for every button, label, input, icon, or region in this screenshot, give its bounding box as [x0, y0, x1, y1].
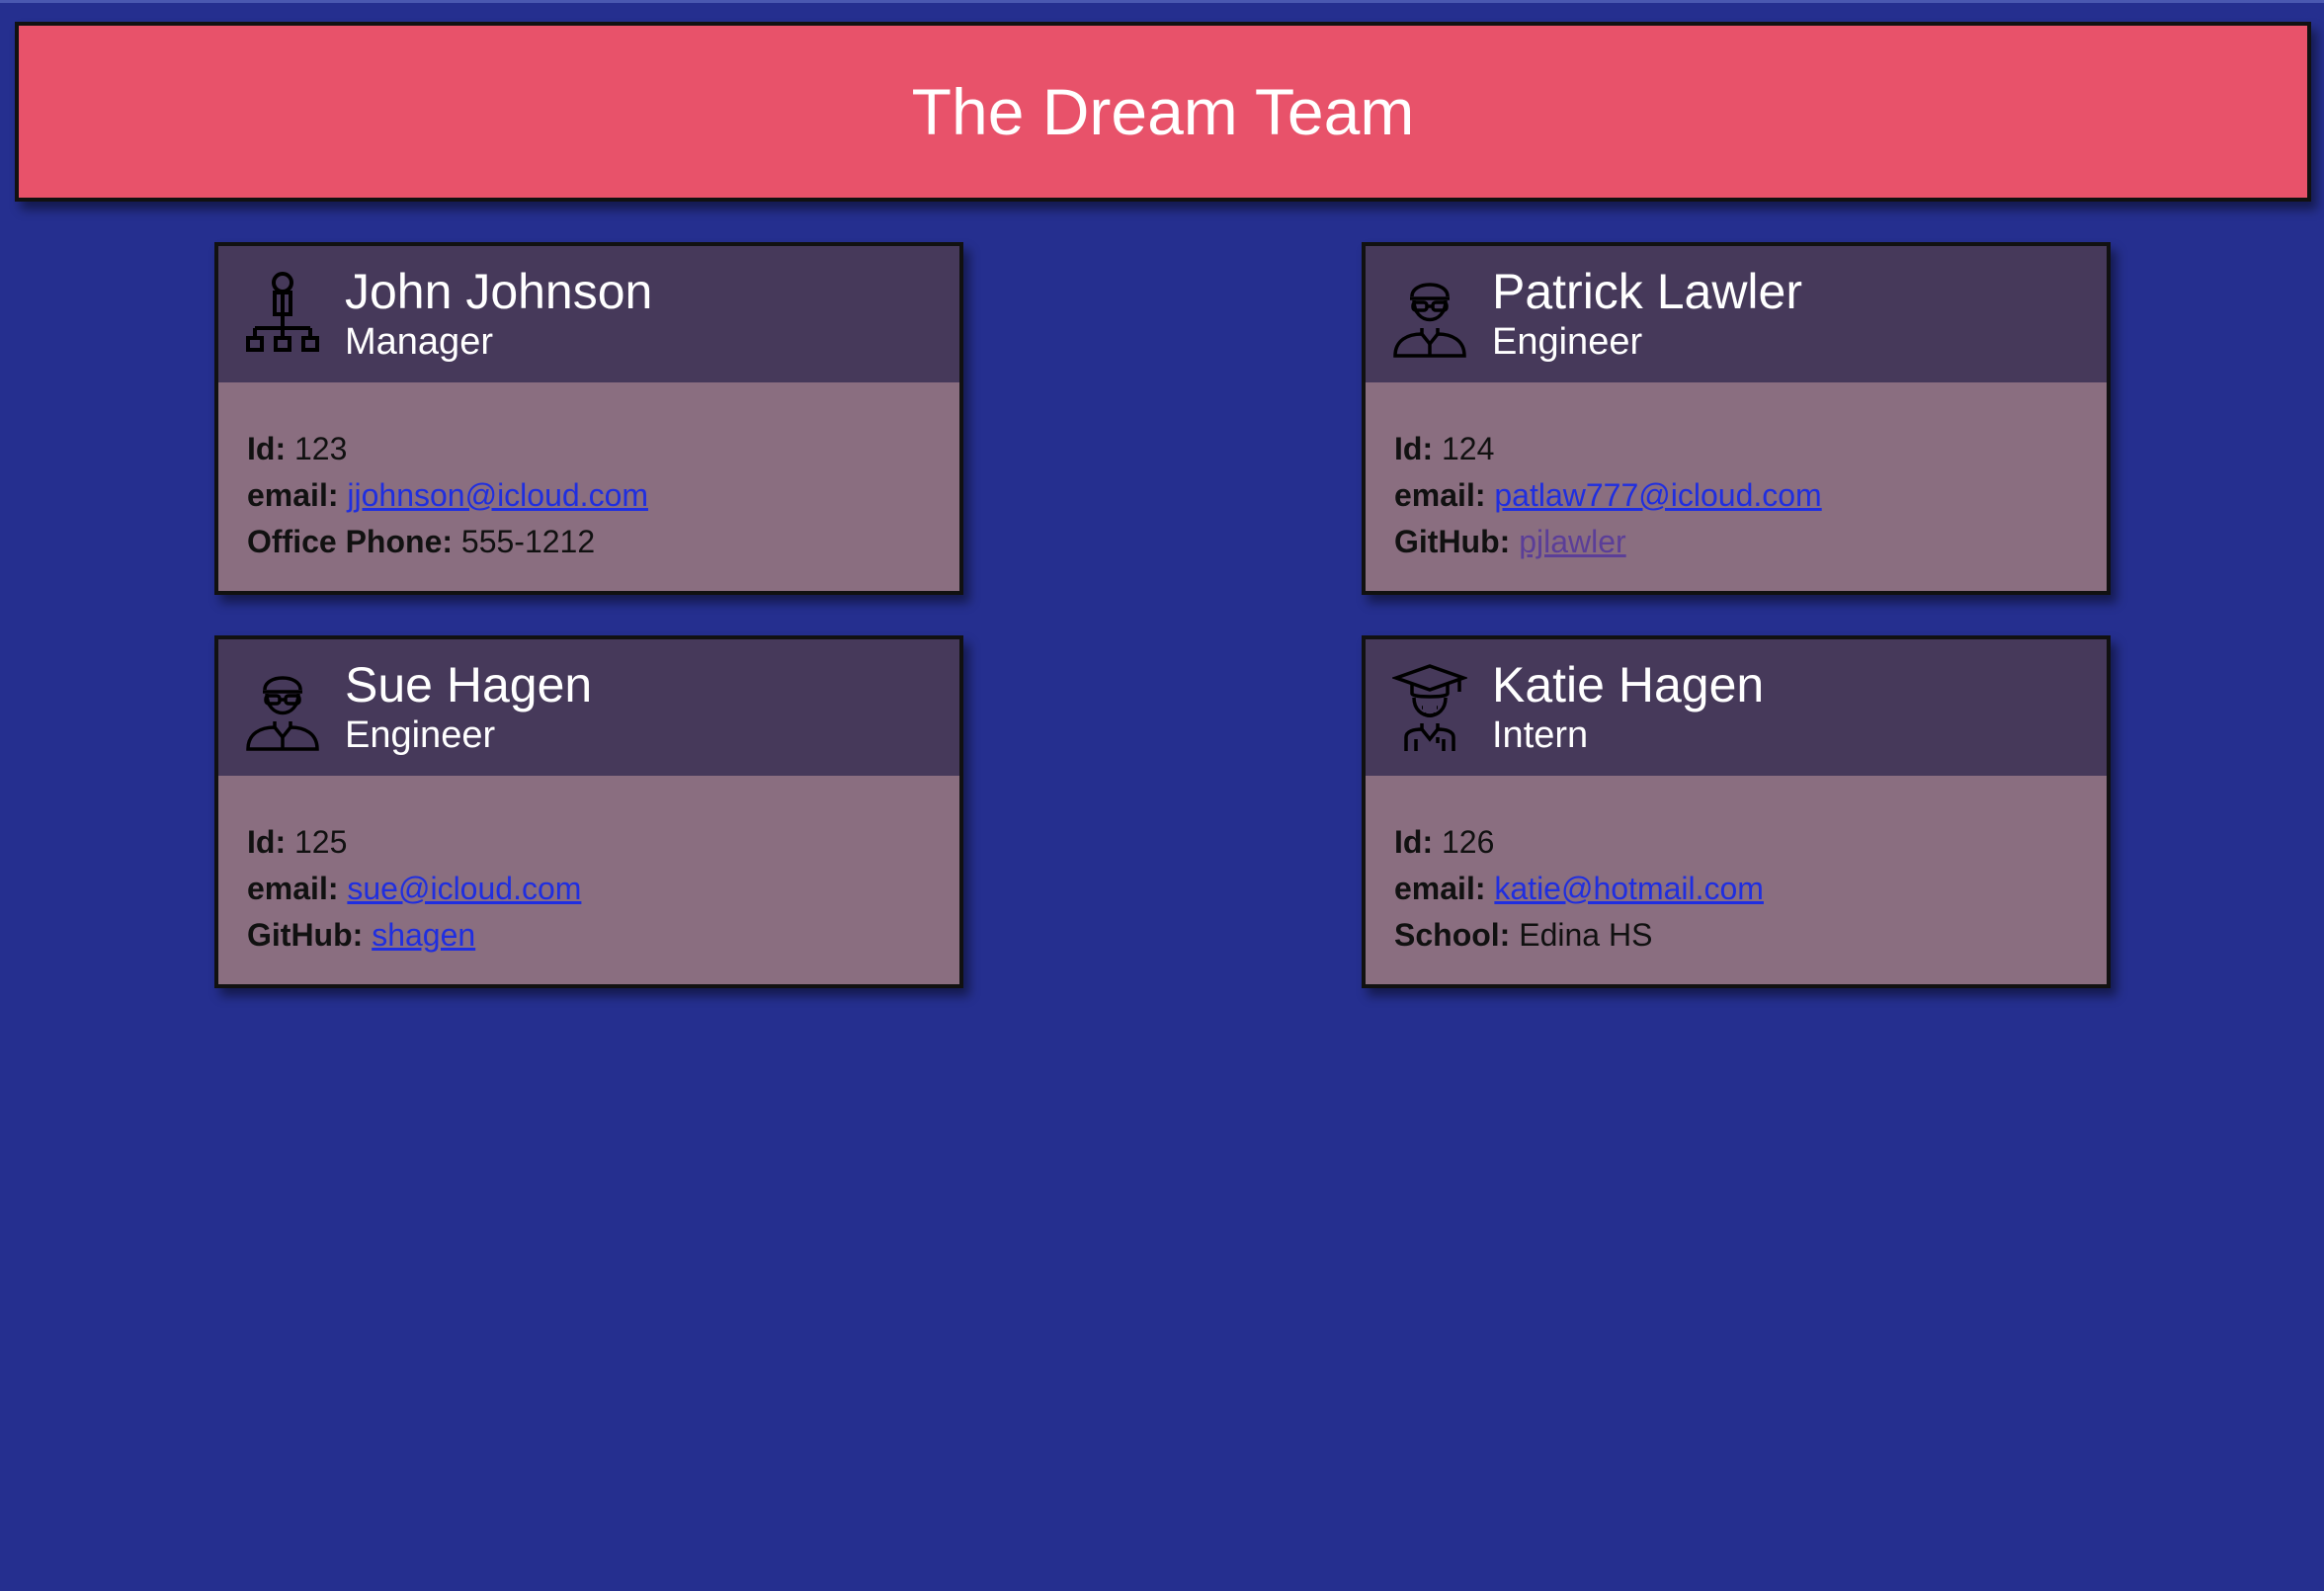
email-row: email: patlaw777@icloud.com [1394, 472, 2078, 519]
employee-name: John Johnson [345, 264, 653, 319]
email-row: email: jjohnson@icloud.com [247, 472, 931, 519]
id-value: 123 [293, 431, 348, 466]
employee-role: Engineer [1492, 321, 1643, 363]
github-link[interactable]: shagen [372, 917, 475, 953]
card-body: Id: 126 email: katie@hotmail.com School:… [1366, 776, 2107, 984]
email-row: email: sue@icloud.com [247, 866, 931, 912]
id-value: 124 [1441, 431, 1495, 466]
graduate-cap-icon [1392, 662, 1467, 753]
email-label: email: [247, 477, 339, 513]
page-title: The Dream Team [911, 75, 1415, 148]
page-header: The Dream Team [15, 22, 2311, 202]
manager-org-chart-icon [245, 269, 320, 360]
id-label: Id: [247, 431, 287, 466]
id-value: 126 [1441, 824, 1495, 860]
card-header: John Johnson Manager [218, 246, 959, 382]
top-strip [0, 0, 2324, 3]
email-row: email: katie@hotmail.com [1394, 866, 2078, 912]
email-label: email: [1394, 477, 1486, 513]
card-body: Id: 123 email: jjohnson@icloud.com Offic… [218, 382, 959, 591]
engineer-glasses-icon [1392, 269, 1467, 360]
card-body: Id: 124 email: patlaw777@icloud.com GitH… [1366, 382, 2107, 591]
email-link[interactable]: jjohnson@icloud.com [347, 477, 648, 513]
employee-card-engineer: Sue Hagen Engineer Id: 125 email: sue@ic… [214, 635, 963, 988]
employee-role: Engineer [345, 714, 496, 756]
office-phone-label: Office Phone: [247, 524, 454, 559]
email-label: email: [1394, 871, 1486, 906]
employee-role: Manager [345, 321, 493, 363]
id-value: 125 [293, 824, 348, 860]
email-link[interactable]: sue@icloud.com [347, 871, 581, 906]
employee-name: Patrick Lawler [1492, 264, 1802, 319]
github-link[interactable]: pjlawler [1519, 524, 1625, 559]
card-header: Patrick Lawler Engineer [1366, 246, 2107, 382]
employee-name: Sue Hagen [345, 657, 593, 712]
github-label: GitHub: [247, 917, 364, 953]
id-row: Id: 123 [247, 426, 931, 472]
card-header: Sue Hagen Engineer [218, 639, 959, 776]
id-label: Id: [1394, 824, 1434, 860]
id-row: Id: 125 [247, 819, 931, 866]
office-phone-row: Office Phone: 555-1212 [247, 519, 931, 565]
email-link[interactable]: katie@hotmail.com [1494, 871, 1764, 906]
id-row: Id: 124 [1394, 426, 2078, 472]
school-label: School: [1394, 917, 1511, 953]
github-row: GitHub: pjlawler [1394, 519, 2078, 565]
employee-name: Katie Hagen [1492, 657, 1765, 712]
school-value: Edina HS [1519, 917, 1653, 953]
github-label: GitHub: [1394, 524, 1511, 559]
id-row: Id: 126 [1394, 819, 2078, 866]
email-link[interactable]: patlaw777@icloud.com [1494, 477, 1821, 513]
employee-card-engineer: Patrick Lawler Engineer Id: 124 email: p… [1362, 242, 2111, 595]
employee-role: Intern [1492, 714, 1589, 756]
card-body: Id: 125 email: sue@icloud.com GitHub: sh… [218, 776, 959, 984]
id-label: Id: [247, 824, 287, 860]
employee-card-manager: John Johnson Manager Id: 123 email: jjoh… [214, 242, 963, 595]
card-header: Katie Hagen Intern [1366, 639, 2107, 776]
engineer-glasses-icon [245, 662, 320, 753]
employee-card-intern: Katie Hagen Intern Id: 126 email: katie@… [1362, 635, 2111, 988]
school-row: School: Edina HS [1394, 912, 2078, 959]
github-row: GitHub: shagen [247, 912, 931, 959]
office-phone-value: 555-1212 [460, 524, 596, 559]
id-label: Id: [1394, 431, 1434, 466]
email-label: email: [247, 871, 339, 906]
